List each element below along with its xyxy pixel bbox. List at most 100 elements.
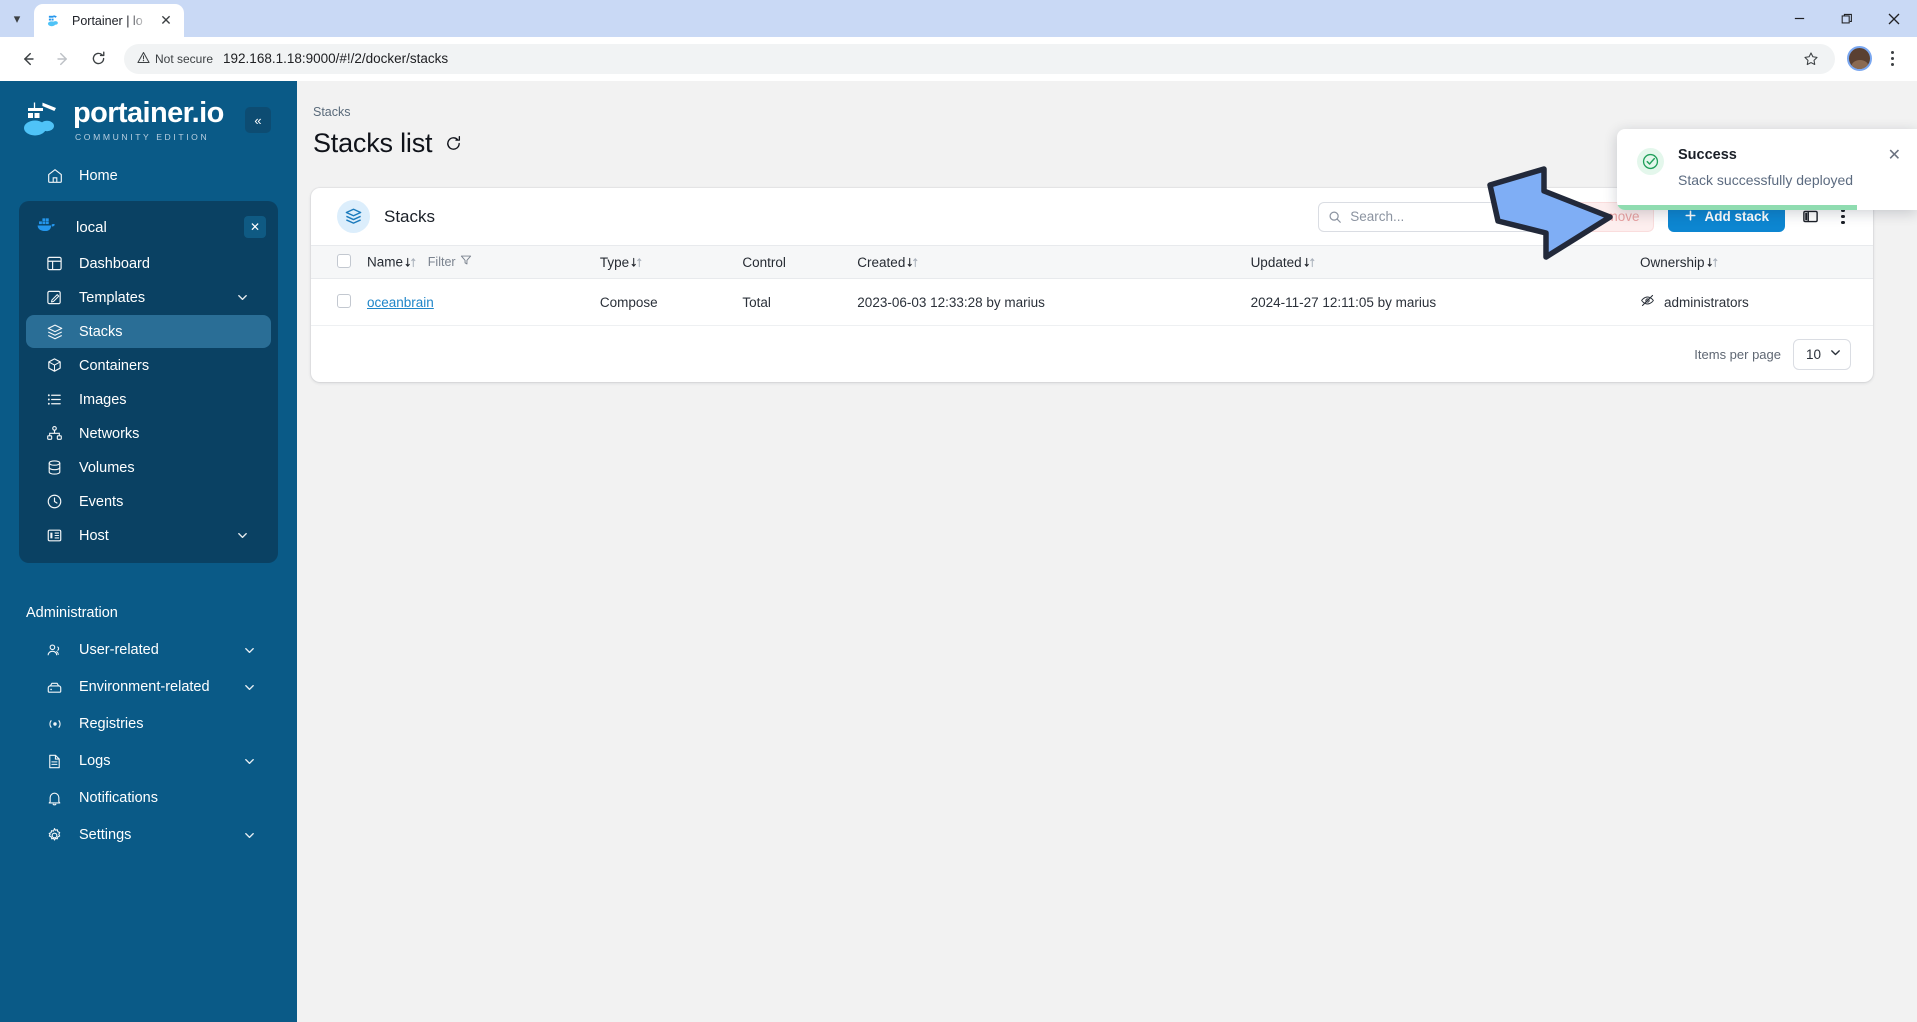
stacks-card-title: Stacks [384,206,436,226]
sidebar-top-nav: Home [0,149,297,192]
browser-tab[interactable]: Portainer | lo ✕ [34,4,184,37]
sort-icon [1303,256,1316,269]
check-circle-icon [1637,148,1664,175]
column-header-name[interactable]: Name Filter [359,245,592,279]
column-header-ownership[interactable]: Ownership [1631,245,1873,279]
sidebar-item-environment-related[interactable]: Environment-related [19,671,278,703]
items-per-page-select[interactable]: 10 [1793,338,1851,370]
window-close-button[interactable] [1870,0,1917,37]
star-icon[interactable] [1799,47,1823,71]
toast-close-icon[interactable]: ✕ [1888,145,1901,188]
sidebar-item-dashboard[interactable]: Dashboard [26,247,271,280]
eye-off-icon [1640,293,1655,311]
sidebar-item-stacks[interactable]: Stacks [26,315,271,348]
breadcrumb[interactable]: Stacks [311,105,1873,119]
sidebar-item-notifications[interactable]: Notifications [19,782,278,814]
tab-search-button[interactable]: ▾ [0,0,34,37]
stack-name-link[interactable]: oceanbrain [367,295,434,310]
sidebar-item-images[interactable]: Images [26,383,271,416]
search-input[interactable] [1350,209,1528,224]
funnel-icon [460,254,472,269]
sidebar-item-containers[interactable]: Containers [26,349,271,382]
sidebar-item-user-related[interactable]: User-related [19,634,278,666]
chevron-down-icon [236,529,249,542]
stacks-card: Stacks ✕ Remove [311,188,1873,382]
dashboard-icon [45,254,64,273]
security-status[interactable]: Not secure [137,51,223,67]
ownership-label: administrators [1663,294,1749,310]
browser-tab-title: Portainer | lo [72,13,143,28]
sidebar-environment-close-icon[interactable]: ✕ [244,216,266,238]
browser-tabstrip: ▾ Portainer | lo ✕ [0,0,1917,37]
sidebar-item-home[interactable]: Home [19,160,278,192]
success-toast: Success Stack successfully deployed ✕ [1617,129,1917,210]
select-all-checkbox[interactable] [337,253,351,268]
refresh-icon[interactable] [445,135,462,152]
stacks-icon [337,200,370,233]
home-icon [45,167,64,186]
search-icon [1328,210,1342,224]
table-row[interactable]: oceanbrain Compose Total 2023-06-03 12:3… [311,278,1873,326]
reload-button[interactable] [82,43,114,75]
images-icon [45,390,64,409]
sidebar-item-logs[interactable]: Logs [19,745,278,777]
sidebar-item-label: Environment-related [79,679,210,695]
sidebar-item-label: Registries [79,716,144,732]
column-header-label: Name [367,254,404,270]
sidebar-item-volumes[interactable]: Volumes [26,451,271,484]
sidebar-section-administration: Administration [26,605,118,621]
sidebar-logo-subtitle: COMMUNITY EDITION [75,131,210,142]
sidebar-logo[interactable]: portainer.io COMMUNITY EDITION « [0,81,297,149]
column-header-updated[interactable]: Updated [1242,245,1632,279]
events-clock-icon [45,492,64,511]
profile-avatar[interactable] [1847,46,1872,71]
sidebar-item-label: Images [79,391,127,408]
sidebar-item-label: User-related [79,642,159,658]
trash-icon [1569,209,1582,225]
column-header-type[interactable]: Type [591,245,735,279]
address-bar[interactable]: Not secure 192.168.1.18:9000/#!/2/docker… [124,43,1835,74]
docker-whale-icon [36,216,60,238]
sidebar-item-networks[interactable]: Networks [26,417,271,450]
chevron-down-icon [243,829,256,842]
search-clear-icon[interactable]: ✕ [1535,209,1546,225]
app-shell: portainer.io COMMUNITY EDITION « Home lo… [0,81,1917,1022]
tab-close-icon[interactable]: ✕ [157,12,175,30]
window-restore-button[interactable] [1823,0,1870,37]
stacks-icon [45,322,64,341]
search-box[interactable]: ✕ [1318,201,1546,232]
sidebar-item-templates[interactable]: Templates [26,281,271,314]
sidebar-collapse-button[interactable]: « [245,107,271,133]
volumes-icon [45,458,64,477]
column-header-control[interactable]: Control [734,245,850,279]
containers-icon [45,356,64,375]
sidebar-environment-header[interactable]: local ✕ [19,208,278,246]
sidebar-item-settings[interactable]: Settings [19,819,278,851]
row-checkbox[interactable] [337,293,351,308]
column-header-created[interactable]: Created [849,245,1243,279]
chevron-down-icon: ▾ [13,11,21,26]
filter-control[interactable]: Filter [428,254,472,269]
row-control-cell: Total [734,278,850,326]
sidebar-item-host[interactable]: Host [26,519,271,552]
users-icon [45,641,64,660]
items-per-page-value: 10 [1806,346,1822,362]
sidebar-item-label: Home [79,168,118,184]
plus-icon [1684,209,1697,225]
remove-button-label: Remove [1589,209,1640,224]
back-button[interactable] [12,43,44,75]
stacks-table-body: oceanbrain Compose Total 2023-06-03 12:3… [311,278,1873,326]
sidebar-item-label: Events [79,493,124,510]
browser-menu-button[interactable] [1879,44,1905,74]
browser-toolbar: Not secure 192.168.1.18:9000/#!/2/docker… [0,37,1917,81]
column-header-label: Control [742,254,786,270]
forward-button[interactable] [47,43,79,75]
window-minimize-button[interactable] [1776,0,1823,37]
chevron-down-icon [243,755,256,768]
select-all-header[interactable] [311,245,359,279]
sidebar-item-label: Dashboard [79,255,150,272]
sidebar-item-events[interactable]: Events [26,485,271,518]
row-name-cell: oceanbrain [359,278,592,326]
sidebar-item-registries[interactable]: Registries [19,708,278,740]
row-select-cell[interactable] [311,278,359,326]
